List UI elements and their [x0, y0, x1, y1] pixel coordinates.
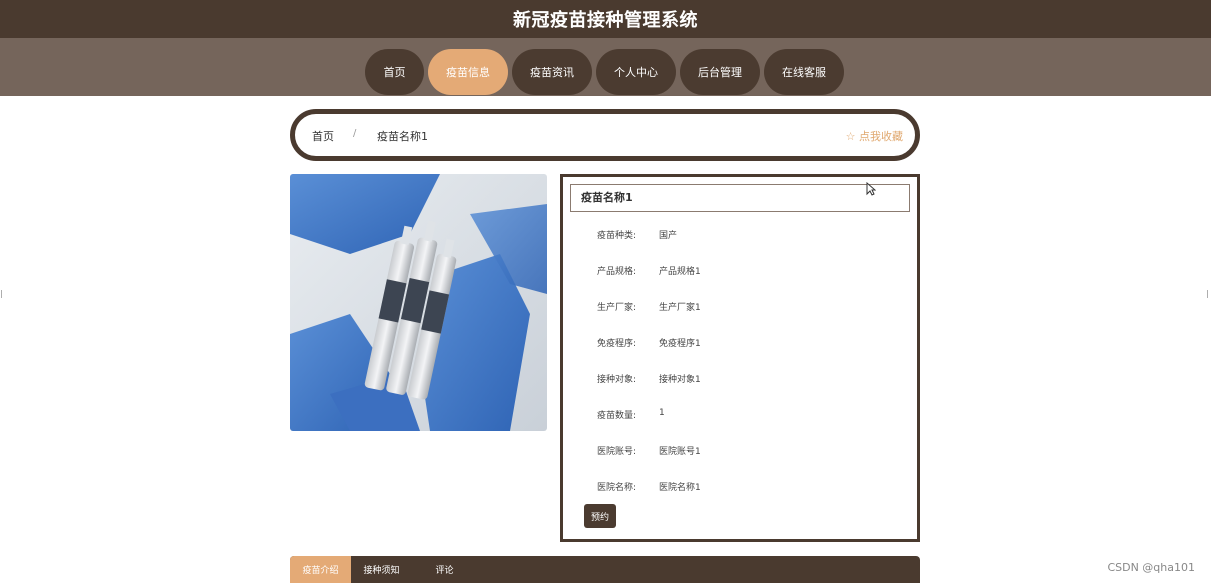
- field-label: 接种对象:: [597, 375, 637, 385]
- breadcrumb-separator: /: [353, 128, 357, 139]
- field-value: 医院名称1: [659, 483, 701, 493]
- nav-item-vaccine-news[interactable]: 疫苗资讯: [512, 49, 592, 95]
- nav-item-vaccine-info[interactable]: 疫苗信息: [428, 49, 508, 95]
- favorite-link[interactable]: ☆ 点我收藏: [846, 128, 903, 144]
- field-value: 免疫程序1: [659, 339, 701, 349]
- field-value: 1: [659, 408, 665, 418]
- field-label: 医院账号:: [597, 447, 637, 457]
- field-label: 生产厂家:: [597, 303, 637, 313]
- nav-item-customer-service[interactable]: 在线客服: [764, 49, 844, 95]
- breadcrumb-home-link[interactable]: 首页: [312, 128, 334, 144]
- detail-tabs: 疫苗介绍 接种须知 评论: [290, 556, 920, 583]
- field-value: 生产厂家1: [659, 303, 701, 313]
- field-label: 医院名称:: [597, 483, 637, 493]
- breadcrumb-current: 疫苗名称1: [377, 130, 428, 143]
- nav-item-admin[interactable]: 后台管理: [680, 49, 760, 95]
- field-value: 医院账号1: [659, 447, 701, 457]
- tab-vaccine-intro[interactable]: 疫苗介绍: [290, 556, 351, 583]
- breadcrumb: 首页 / 疫苗名称1 ☆ 点我收藏: [290, 109, 920, 161]
- right-edge-marker: |: [1206, 289, 1209, 298]
- detail-title: 疫苗名称1: [570, 184, 910, 212]
- field-value: 产品规格1: [659, 267, 701, 277]
- tab-comments[interactable]: 评论: [414, 556, 475, 583]
- field-value: 国产: [659, 231, 678, 241]
- vaccine-detail-panel: 疫苗名称1 疫苗种类: 国产 产品规格: 产品规格1 生产厂家: 生产厂家1 免…: [560, 174, 920, 542]
- main-nav: 首页 疫苗信息 疫苗资讯 个人中心 后台管理 在线客服: [365, 49, 844, 95]
- vaccine-vials-image: [290, 174, 547, 431]
- top-header-bar: 新冠疫苗接种管理系统: [0, 0, 1211, 38]
- field-label: 免疫程序:: [597, 339, 637, 349]
- vaccine-photo: [290, 174, 547, 431]
- csdn-watermark: CSDN @qha101: [1107, 561, 1195, 574]
- field-label: 产品规格:: [597, 267, 637, 277]
- mouse-cursor-icon: [866, 182, 876, 196]
- nav-item-home[interactable]: 首页: [365, 49, 424, 95]
- book-button[interactable]: 预约: [584, 504, 616, 528]
- left-edge-marker: |: [0, 289, 3, 298]
- field-label: 疫苗种类:: [597, 231, 637, 241]
- field-value: 接种对象1: [659, 375, 701, 385]
- tab-vaccination-notice[interactable]: 接种须知: [351, 556, 412, 583]
- nav-item-personal-center[interactable]: 个人中心: [596, 49, 676, 95]
- field-label: 疫苗数量:: [597, 411, 637, 421]
- site-title: 新冠疫苗接种管理系统: [513, 10, 698, 31]
